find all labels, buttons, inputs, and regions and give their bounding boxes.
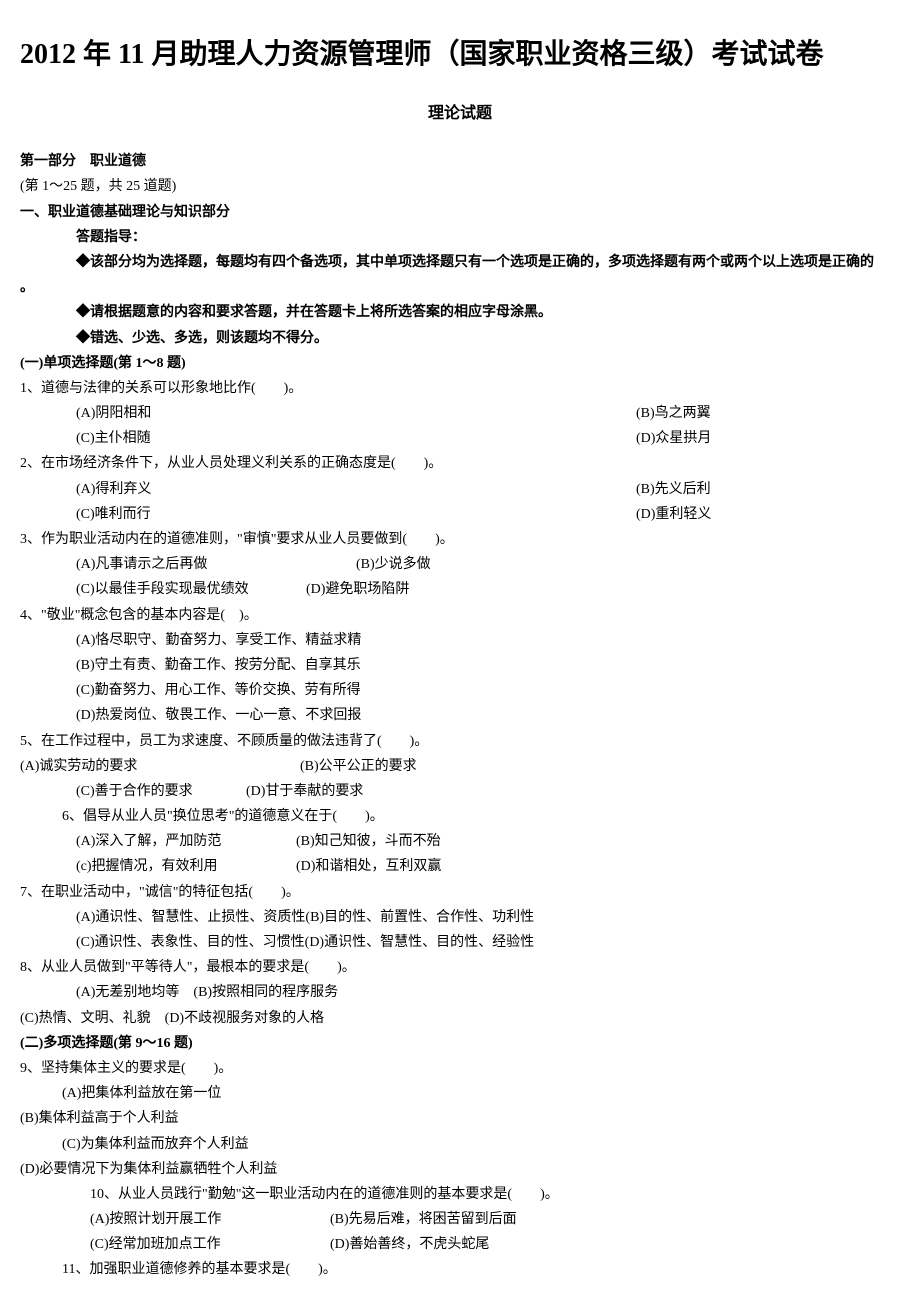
q5-a: (A)诚实劳动的要求 [20,754,300,779]
q3-c: (C)以最佳手段实现最优绩效 [76,577,306,602]
q2: 2、在市场经济条件下，从业人员处理义利关系的正确态度是( )。 [20,451,900,476]
q4-c: (C)勤奋努力、用心工作、等价交换、劳有所得 [20,678,900,703]
q7-ab: (A)通识性、智慧性、止损性、资质性(B)目的性、前置性、合作性、功利性 [20,905,900,930]
q4-b: (B)守土有责、勤奋工作、按劳分配、自享其乐 [20,653,900,678]
q9: 9、坚持集体主义的要求是( )。 [20,1056,900,1081]
q3: 3、作为职业活动内在的道德准则，"审慎"要求从业人员要做到( )。 [20,527,900,552]
q2-c: (C)唯利而行 [76,502,636,527]
q8-cd: (C)热情、文明、礼貌 (D)不歧视服务对象的人格 [20,1006,900,1031]
q6: 6、倡导从业人员"换位思考"的道德意义在于( )。 [20,804,900,829]
q3-a: (A)凡事请示之后再做 [76,552,356,577]
q9-a: (A)把集体利益放在第一位 [20,1081,900,1106]
section1-title: 一、职业道德基础理论与知识部分 [20,200,900,225]
part1-label: 第一部分 职业道德 [20,149,900,174]
q9-b: (B)集体利益高于个人利益 [20,1106,900,1131]
q10-b: (B)先易后难，将困苦留到后面 [330,1212,517,1227]
q4: 4、"敬业"概念包含的基本内容是( )。 [20,603,900,628]
q2-d: (D)重利轻义 [636,502,711,527]
q11: 11、加强职业道德修养的基本要求是( )。 [20,1257,900,1282]
subtitle: 理论试题 [20,100,900,129]
q6-d: (D)和谐相处，互利双赢 [296,859,441,874]
q8-ab: (A)无差别地均等 (B)按照相同的程序服务 [20,980,900,1005]
guide-2: ◆请根据题意的内容和要求答题，并在答题卡上将所选答案的相应字母涂黑。 [20,300,900,325]
q4-a: (A)恪尽职守、勤奋努力、享受工作、精益求精 [20,628,900,653]
q9-d: (D)必要情况下为集体利益赢牺牲个人利益 [20,1157,900,1182]
q7-cd: (C)通识性、表象性、目的性、习惯性(D)通识性、智慧性、目的性、经验性 [20,930,900,955]
guide-dot: 。 [20,275,900,300]
q1-d: (D)众星拱月 [636,426,711,451]
part1-range: (第 1～25 题，共 25 道题) [20,174,900,199]
q10-d: (D)善始善终，不虎头蛇尾 [330,1237,489,1252]
q4-d: (D)热爱岗位、敬畏工作、一心一意、不求回报 [20,703,900,728]
q10: 10、从业人员践行"勤勉"这一职业活动内在的道德准则的基本要求是( )。 [20,1182,900,1207]
q2-b: (B)先义后利 [636,477,711,502]
q8: 8、从业人员做到"平等待人"，最根本的要求是( )。 [20,955,900,980]
q6-c: (c)把握情况，有效利用 [76,854,296,879]
guide-1: ◆该部分均为选择题，每题均有四个备选项，其中单项选择题只有一个选项是正确的，多项… [20,250,900,275]
q6-b: (B)知己知彼，斗而不殆 [296,834,441,849]
q3-b: (B)少说多做 [356,557,431,572]
q10-a: (A)按照计划开展工作 [90,1207,330,1232]
q2-a: (A)得利弃义 [76,477,636,502]
q1-c: (C)主仆相随 [76,426,636,451]
q5-b: (B)公平公正的要求 [300,759,417,774]
q9-c: (C)为集体利益而放弃个人利益 [20,1132,900,1157]
page-title: 2012 年 11 月助理人力资源管理师（国家职业资格三级）考试试卷 [20,30,900,80]
q1-a: (A)阴阳相和 [76,401,636,426]
guide-3: ◆错选、少选、多选，则该题均不得分。 [20,326,900,351]
sub2-title: (二)多项选择题(第 9～16 题) [20,1031,900,1056]
q5-c: (C)善于合作的要求 [76,779,246,804]
guide-label: 答题指导： [20,225,900,250]
q1: 1、道德与法律的关系可以形象地比作( )。 [20,376,900,401]
q7: 7、在职业活动中，"诚信"的特征包括( )。 [20,880,900,905]
q5-d: (D)甘于奉献的要求 [246,784,363,799]
sub1-title: (一)单项选择题(第 1～8 题) [20,351,900,376]
q1-b: (B)鸟之两翼 [636,401,711,426]
q5: 5、在工作过程中，员工为求速度、不顾质量的做法违背了( )。 [20,729,900,754]
q6-a: (A)深入了解，严加防范 [76,829,296,854]
q3-d: (D)避免职场陷阱 [306,582,409,597]
q10-c: (C)经常加班加点工作 [90,1232,330,1257]
